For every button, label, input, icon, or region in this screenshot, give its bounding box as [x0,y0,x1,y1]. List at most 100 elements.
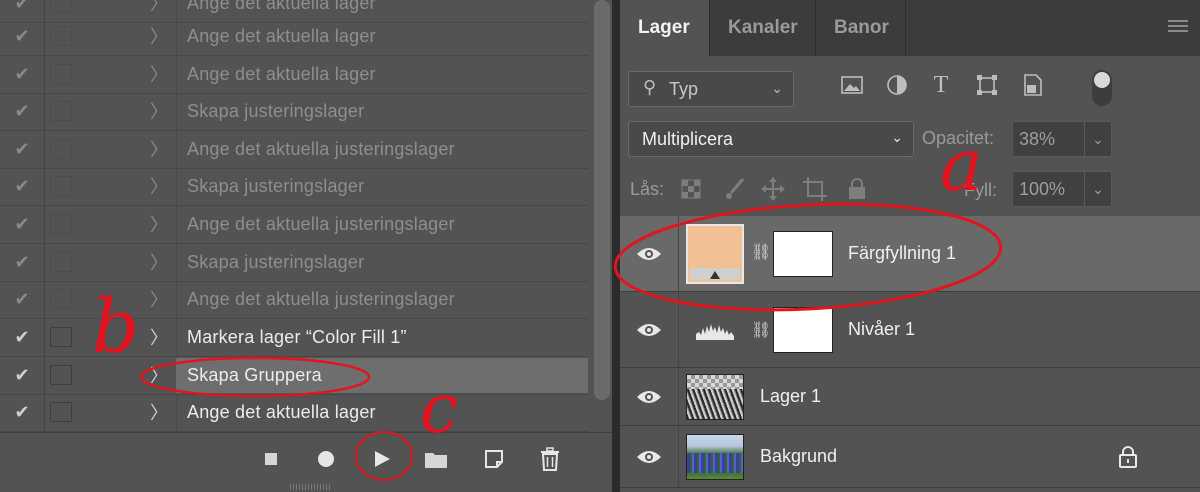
action-item[interactable]: ✔ 〉 Skapa justeringslager [0,168,588,206]
tab-layers[interactable]: Lager [620,0,710,56]
opacity-field[interactable]: 38% ⌄ [1012,121,1112,157]
scrollbar-thumb[interactable] [594,0,610,400]
lock-all-icon[interactable] [844,176,870,202]
checkmark-icon[interactable]: ✔ [0,93,45,130]
lock-artboard-icon[interactable] [802,176,828,202]
chevron-right-icon[interactable]: 〉 [150,18,168,55]
action-item[interactable]: ✔ 〉 Ange det aktuella justeringslager [0,131,588,169]
play-icon[interactable] [366,443,398,475]
layer-thumbnail[interactable] [686,374,744,420]
visibility-eye-icon[interactable] [636,246,662,262]
action-label: Ange det aktuella justeringslager [187,213,455,234]
stop-icon[interactable] [255,443,287,475]
lock-transparency-icon[interactable] [678,176,704,202]
dialog-toggle[interactable] [50,402,72,423]
type-filter-icon[interactable]: T [928,72,954,98]
tab-paths[interactable]: Banor [816,0,906,56]
visibility-eye-icon[interactable] [636,322,662,338]
smart-object-filter-icon[interactable] [1020,72,1046,98]
action-item[interactable]: ✔ 〉 Ange det aktuella justeringslager [0,281,588,319]
tab-channels[interactable]: Kanaler [710,0,816,56]
shape-filter-icon[interactable] [974,72,1000,98]
dialog-toggle[interactable] [50,289,72,310]
chevron-right-icon[interactable]: 〉 [150,93,168,130]
checkmark-icon[interactable]: ✔ [0,131,45,168]
checkmark-icon[interactable]: ✔ [0,168,45,205]
dialog-toggle[interactable] [50,252,72,273]
layer-row-levels[interactable]: ⛓ Nivåer 1 [620,292,1200,368]
link-chain-icon[interactable]: ⛓ [751,320,771,340]
link-chain-icon[interactable]: ⛓ [751,242,771,262]
action-item-selected[interactable]: ✔ 〉 Skapa Gruppera [0,357,588,395]
dialog-toggle[interactable] [50,139,72,160]
fill-field[interactable]: 100% ⌄ [1012,171,1112,207]
chevron-down-icon[interactable]: ⌄ [1084,172,1111,206]
action-item[interactable]: ✔ 〉 Ange det aktuella lager [0,394,588,432]
actions-toolbar [0,432,612,485]
opacity-label: Opacitet: [922,128,995,148]
background-thumbnail[interactable] [686,434,744,480]
lock-pixels-brush-icon[interactable] [722,176,748,202]
adjustment-filter-icon[interactable] [884,72,910,98]
checkmark-icon[interactable]: ✔ [0,357,45,394]
layer-row-background[interactable]: Bakgrund [620,426,1200,488]
dialog-toggle[interactable] [50,101,72,122]
checkmark-icon[interactable]: ✔ [0,56,45,93]
opacity-value: 38% [1019,129,1056,149]
dialog-toggle[interactable] [50,64,72,85]
action-item[interactable]: ✔ 〉 Skapa justeringslager [0,93,588,131]
checkmark-icon[interactable]: ✔ [0,206,45,243]
lock-label: Lås: [630,179,665,199]
chevron-right-icon[interactable]: 〉 [150,357,168,394]
lock-icon[interactable] [1118,446,1138,468]
filter-toggle[interactable] [1092,70,1112,106]
chevron-down-icon[interactable]: ⌄ [1084,122,1111,156]
layer-mask-thumbnail[interactable] [773,307,833,353]
action-label: Skapa justeringslager [187,100,365,121]
checkmark-icon[interactable]: ✔ [0,281,45,318]
chevron-right-icon[interactable]: 〉 [150,206,168,243]
trash-icon[interactable] [534,443,566,475]
checkmark-icon[interactable]: ✔ [0,394,45,431]
action-label: Markera lager “Color Fill 1” [187,326,407,347]
chevron-down-icon: ⌄ [771,80,783,96]
lock-position-move-icon[interactable] [760,176,786,202]
folder-icon[interactable] [420,443,452,475]
dialog-toggle[interactable] [50,365,72,386]
chevron-right-icon[interactable]: 〉 [150,394,168,431]
layer-name: Lager 1 [760,386,822,406]
layer-row-pixel[interactable]: Lager 1 [620,368,1200,426]
chevron-right-icon[interactable]: 〉 [150,281,168,318]
checkmark-icon[interactable]: ✔ [0,319,45,356]
image-filter-icon[interactable] [839,72,865,98]
dialog-toggle[interactable] [50,26,72,47]
layer-row-color-fill[interactable]: ⛓ Färgfyllning 1 [620,216,1200,292]
chevron-right-icon[interactable]: 〉 [150,319,168,356]
color-fill-thumbnail[interactable] [686,224,744,284]
chevron-right-icon[interactable]: 〉 [150,131,168,168]
new-action-icon[interactable] [478,443,510,475]
fill-indicator-icon [710,271,720,279]
filter-dropdown[interactable]: ⚲ Typ ⌄ [628,71,794,107]
dialog-toggle[interactable] [50,176,72,197]
checkmark-icon[interactable]: ✔ [0,18,45,55]
chevron-right-icon[interactable]: 〉 [150,168,168,205]
blend-mode-select[interactable]: Multiplicera ⌄ [628,121,914,157]
dialog-toggle[interactable] [50,0,72,14]
resize-grip[interactable] [290,484,330,490]
record-icon[interactable] [310,443,342,475]
panel-menu-icon[interactable] [1168,20,1188,34]
action-item[interactable]: ✔ 〉 Ange det aktuella justeringslager [0,206,588,244]
dialog-toggle[interactable] [50,214,72,235]
chevron-right-icon[interactable]: 〉 [150,56,168,93]
layer-mask-thumbnail[interactable] [773,231,833,277]
action-item[interactable]: ✔ 〉 Ange det aktuella lager [0,56,588,94]
chevron-right-icon[interactable]: 〉 [150,244,168,281]
dialog-toggle[interactable] [50,327,72,348]
action-item[interactable]: ✔ 〉 Markera lager “Color Fill 1” [0,319,588,357]
action-item[interactable]: ✔ 〉 Skapa justeringslager [0,244,588,282]
visibility-eye-icon[interactable] [636,449,662,465]
checkmark-icon[interactable]: ✔ [0,244,45,281]
action-item[interactable]: ✔ 〉 Ange det aktuella lager [0,18,588,56]
visibility-eye-icon[interactable] [636,389,662,405]
